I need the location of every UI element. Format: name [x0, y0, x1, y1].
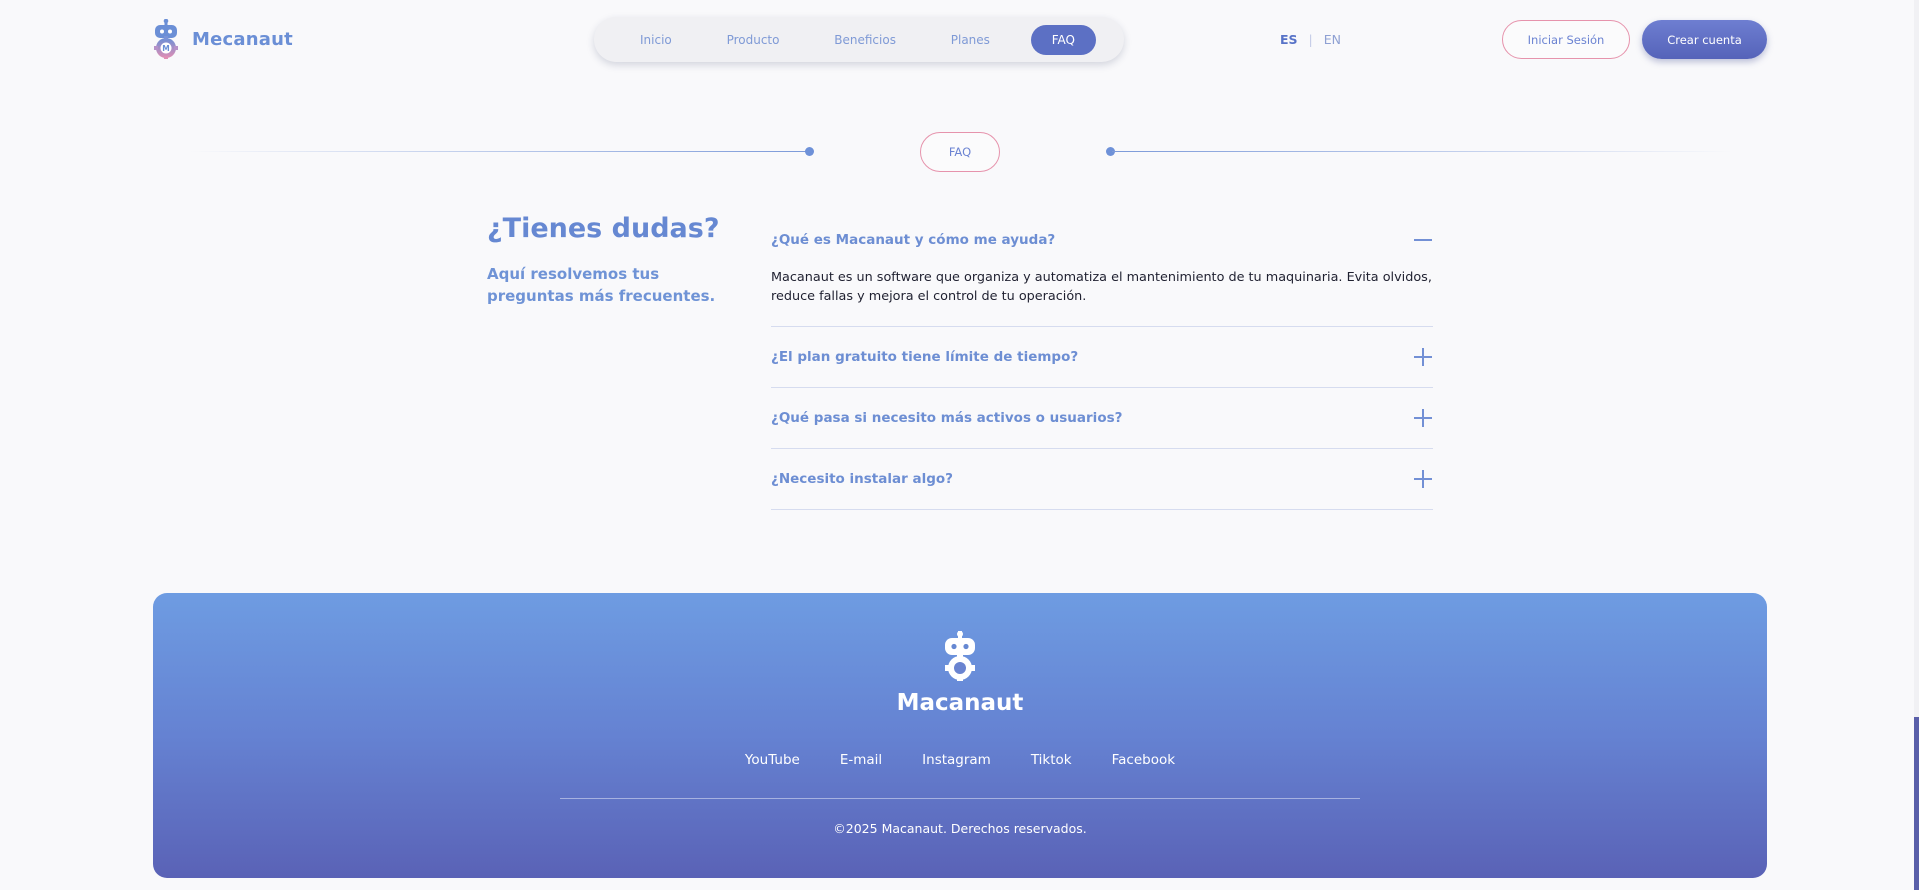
footer-links: YouTube E-mail Instagram Tiktok Facebook [153, 752, 1767, 768]
faq-item: ¿El plan gratuito tiene límite de tiempo… [771, 327, 1433, 388]
footer-link-email[interactable]: E-mail [840, 752, 882, 768]
footer-link-instagram[interactable]: Instagram [922, 752, 991, 768]
main-nav: Inicio Producto Beneficios Planes FAQ [594, 17, 1124, 62]
faq-question-header[interactable]: ¿Qué pasa si necesito más activos o usua… [771, 388, 1433, 448]
faq-question: ¿Necesito instalar algo? [771, 471, 953, 487]
faq-question-header[interactable]: ¿El plan gratuito tiene límite de tiempo… [771, 327, 1433, 387]
site-footer: Macanaut YouTube E-mail Instagram Tiktok… [153, 593, 1767, 878]
plus-icon[interactable] [1414, 470, 1432, 488]
nav-faq[interactable]: FAQ [1030, 24, 1096, 55]
nav-planes[interactable]: Planes [937, 26, 1004, 54]
plus-icon[interactable] [1414, 409, 1432, 427]
minus-icon[interactable] [1414, 231, 1432, 249]
section-divider-right [1112, 151, 1732, 152]
footer-divider [560, 798, 1360, 799]
login-button[interactable]: Iniciar Sesión [1502, 20, 1630, 59]
faq-accordion: ¿Qué es Macanaut y cómo me ayuda? Macana… [771, 222, 1433, 510]
robot-gear-icon: M [154, 19, 178, 59]
language-switcher: ES | EN [1280, 32, 1341, 47]
footer-link-youtube[interactable]: YouTube [745, 752, 800, 768]
brand-logo[interactable]: M Mecanaut [152, 19, 293, 59]
faq-title: ¿Tienes dudas? [487, 213, 720, 244]
footer-link-tiktok[interactable]: Tiktok [1031, 752, 1072, 768]
signup-button[interactable]: Crear cuenta [1642, 20, 1767, 59]
faq-question-header[interactable]: ¿Necesito instalar algo? [771, 449, 1433, 509]
brand-name: Mecanaut [192, 28, 293, 50]
nav-producto[interactable]: Producto [713, 26, 794, 54]
faq-item: ¿Qué pasa si necesito más activos o usua… [771, 388, 1433, 449]
section-badge: FAQ [920, 132, 1000, 172]
lang-separator: | [1308, 32, 1313, 47]
footer-brand: Macanaut [896, 690, 1024, 716]
faq-item: ¿Qué es Macanaut y cómo me ayuda? Macana… [771, 222, 1433, 327]
svg-text:M: M [162, 44, 169, 53]
faq-question: ¿El plan gratuito tiene límite de tiempo… [771, 349, 1079, 365]
scrollbar-thumb[interactable] [1914, 717, 1919, 890]
faq-answer: Macanaut es un software que organiza y a… [771, 270, 1432, 304]
faq-question: ¿Qué pasa si necesito más activos o usua… [771, 410, 1123, 426]
robot-gear-icon [945, 631, 975, 681]
scrollbar[interactable] [1914, 0, 1919, 890]
lang-es[interactable]: ES [1280, 32, 1298, 47]
faq-question: ¿Qué es Macanaut y cómo me ayuda? [771, 232, 1056, 248]
nav-beneficios[interactable]: Beneficios [820, 26, 910, 54]
plus-icon[interactable] [1414, 348, 1432, 366]
section-divider-left [190, 151, 808, 152]
copyright: ©2025 Macanaut. Derechos reservados. [833, 821, 1087, 836]
faq-subtitle: Aquí resolvemos tus preguntas más frecue… [487, 265, 716, 305]
footer-link-facebook[interactable]: Facebook [1112, 752, 1175, 768]
lang-en[interactable]: EN [1324, 32, 1341, 47]
faq-item: ¿Necesito instalar algo? [771, 449, 1433, 510]
faq-question-header[interactable]: ¿Qué es Macanaut y cómo me ayuda? [771, 222, 1433, 258]
nav-inicio[interactable]: Inicio [626, 26, 686, 54]
divider-dot [805, 147, 814, 156]
